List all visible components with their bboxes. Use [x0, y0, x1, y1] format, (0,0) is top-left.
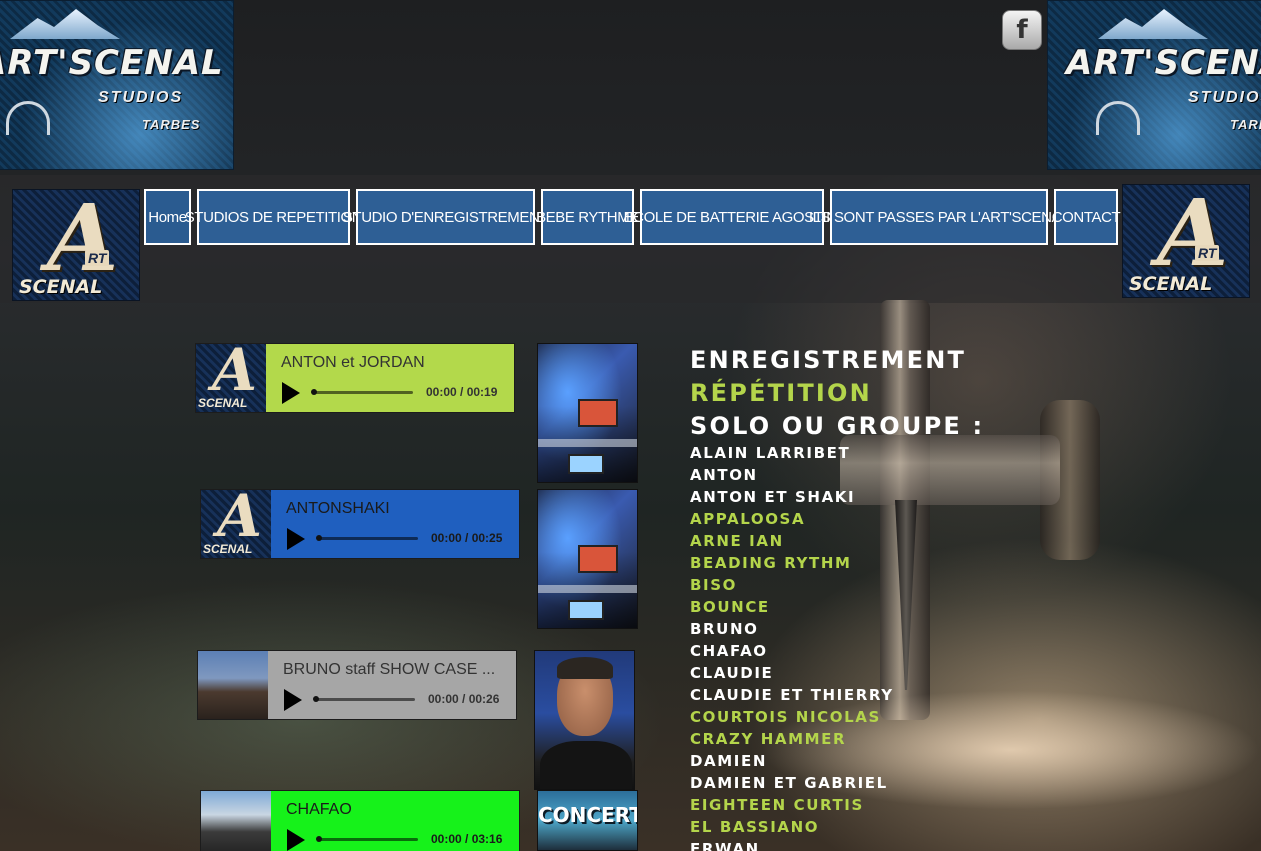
artist-item[interactable]: EL BASSIANO — [690, 818, 819, 836]
emblem-rt: RT — [85, 250, 110, 266]
artist-item[interactable]: APPALOOSA — [690, 510, 805, 528]
heading: SOLO OU GROUPE : — [690, 412, 985, 440]
background-collar — [840, 435, 1060, 505]
facebook-icon[interactable]: f — [1002, 10, 1042, 50]
track-title: BRUNO staff SHOW CASE ... — [283, 661, 496, 678]
cover-art: A SCENAL — [201, 490, 271, 558]
artist-item[interactable]: CLAUDIE ET THIERRY — [690, 686, 894, 704]
studio-photo[interactable] — [537, 343, 638, 483]
nav-item-bebe-rythme[interactable]: BEBE RYTHME — [536, 189, 639, 245]
artist-item[interactable]: ERWAN — [690, 840, 760, 851]
track-time: 00:00 / 00:19 — [426, 385, 498, 399]
player-body: BRUNO staff SHOW CASE ... 00:00 / 00:26 — [268, 651, 516, 719]
portrait-hair — [557, 657, 613, 679]
progress-bar[interactable] — [316, 535, 418, 541]
nav-item-contact[interactable]: CONTACT — [1052, 189, 1121, 245]
audio-player: A SCENAL ANTON et JORDAN 00:00 / 00:19 — [195, 343, 515, 413]
artist-item[interactable]: COURTOIS NICOLAS — [690, 708, 881, 726]
track-time: 00:00 / 00:26 — [428, 692, 500, 706]
audio-player: A SCENAL ANTONSHAKI 00:00 / 00:25 — [200, 489, 520, 559]
play-icon[interactable] — [287, 829, 305, 851]
concert-text: CONCERT — [538, 803, 638, 827]
audio-player: CHAFAO 00:00 / 03:16 — [200, 790, 520, 851]
emblem-word: SCENAL — [203, 542, 253, 556]
nav-item-ecole-batterie[interactable]: ECOLE DE BATTERIE AGOSTINI — [624, 189, 841, 245]
artist-item[interactable]: DAMIEN — [690, 752, 767, 770]
progress-knob[interactable] — [311, 389, 317, 395]
banner-brand: ART'SCENAL — [0, 43, 224, 83]
studio-desk — [538, 439, 637, 447]
progress-knob[interactable] — [313, 696, 319, 702]
emblem-letter: A — [212, 344, 258, 404]
emblem-logo-right[interactable]: A RT SCENAL — [1122, 184, 1250, 298]
banner-city: TARBES — [142, 117, 201, 132]
portrait-photo[interactable] — [534, 650, 635, 790]
studio-screen — [578, 399, 618, 427]
audio-player: BRUNO staff SHOW CASE ... 00:00 / 00:26 — [197, 650, 517, 720]
cover-photo — [201, 791, 271, 851]
track-time: 00:00 / 00:25 — [431, 531, 503, 545]
studio-screen — [568, 454, 604, 474]
progress-bar[interactable] — [311, 389, 413, 395]
progress-bar[interactable] — [316, 836, 418, 842]
banner-city: TARBES — [1230, 117, 1261, 132]
track-time: 00:00 / 03:16 — [431, 832, 503, 846]
artist-item[interactable]: ANTON ET SHAKI — [690, 488, 855, 506]
progress-bar[interactable] — [313, 696, 415, 702]
cover-art: A SCENAL — [196, 344, 266, 412]
progress-knob[interactable] — [316, 535, 322, 541]
studio-screen — [568, 600, 604, 620]
banner-subtitle: STUDIOS — [98, 89, 184, 106]
studio-desk — [538, 585, 637, 593]
artist-item[interactable]: ALAIN LARRIBET — [690, 444, 850, 462]
emblem-letter: A — [1157, 184, 1229, 287]
banner-logo-left[interactable]: ART'SCENAL STUDIOS TARBES — [0, 0, 234, 170]
studio-screen — [578, 545, 618, 573]
emblem-word: SCENAL — [1129, 273, 1213, 295]
play-icon[interactable] — [284, 689, 302, 711]
track-title: ANTON et JORDAN — [281, 354, 425, 371]
banner-subtitle: STUDIOS — [1188, 89, 1261, 106]
heading: ENREGISTREMENT — [690, 346, 967, 374]
headphones-icon — [1096, 101, 1140, 135]
emblem-word: SCENAL — [198, 396, 248, 410]
emblem-letter: A — [217, 490, 263, 550]
mountain-icon — [10, 9, 120, 39]
artist-item[interactable]: DAMIEN ET GABRIEL — [690, 774, 888, 792]
nav-item-studio-enregistrement[interactable]: STUDIO D'ENREGISTREMENT — [343, 189, 549, 245]
heading: RÉPÉTITION — [690, 379, 872, 407]
studio-photo[interactable] — [537, 489, 638, 629]
play-icon[interactable] — [282, 382, 300, 404]
artist-item[interactable]: CHAFAO — [690, 642, 768, 660]
emblem-rt: RT — [1195, 245, 1220, 261]
artist-item[interactable]: CRAZY HAMMER — [690, 730, 846, 748]
artist-item[interactable]: ANTON — [690, 466, 758, 484]
artist-item[interactable]: BISO — [690, 576, 737, 594]
mountain-icon — [1098, 9, 1208, 39]
track-title: ANTONSHAKI — [286, 500, 390, 517]
play-icon[interactable] — [287, 528, 305, 550]
artist-item[interactable]: BOUNCE — [690, 598, 770, 616]
emblem-logo-left[interactable]: A RT SCENAL — [12, 189, 140, 301]
progress-knob[interactable] — [316, 836, 322, 842]
player-body: CHAFAO 00:00 / 03:16 — [271, 791, 519, 851]
portrait-shirt — [540, 741, 632, 789]
banner-logo-right[interactable]: ART'SCENAL STUDIOS TARBES — [1047, 0, 1261, 170]
headphones-icon — [6, 101, 50, 135]
artist-item[interactable]: BRUNO — [690, 620, 758, 638]
player-body: ANTONSHAKI 00:00 / 00:25 — [271, 490, 519, 558]
concert-photo[interactable]: CONCERT — [537, 790, 638, 851]
artist-item[interactable]: EIGHTEEN CURTIS — [690, 796, 864, 814]
cover-photo — [198, 651, 268, 719]
nav-item-studios-repetition[interactable]: STUDIOS DE REPETITION — [185, 189, 363, 245]
emblem-word: SCENAL — [19, 276, 103, 298]
artist-item[interactable]: CLAUDIE — [690, 664, 773, 682]
player-body: ANTON et JORDAN 00:00 / 00:19 — [266, 344, 514, 412]
track-title: CHAFAO — [286, 801, 352, 818]
artist-item[interactable]: BEADING RYTHM — [690, 554, 852, 572]
banner-brand: ART'SCENAL — [1066, 43, 1261, 83]
artist-item[interactable]: ARNE IAN — [690, 532, 784, 550]
nav-item-ils-sont-passes[interactable]: ILS SONT PASSES PAR L'ART'SCENAL — [809, 189, 1070, 245]
